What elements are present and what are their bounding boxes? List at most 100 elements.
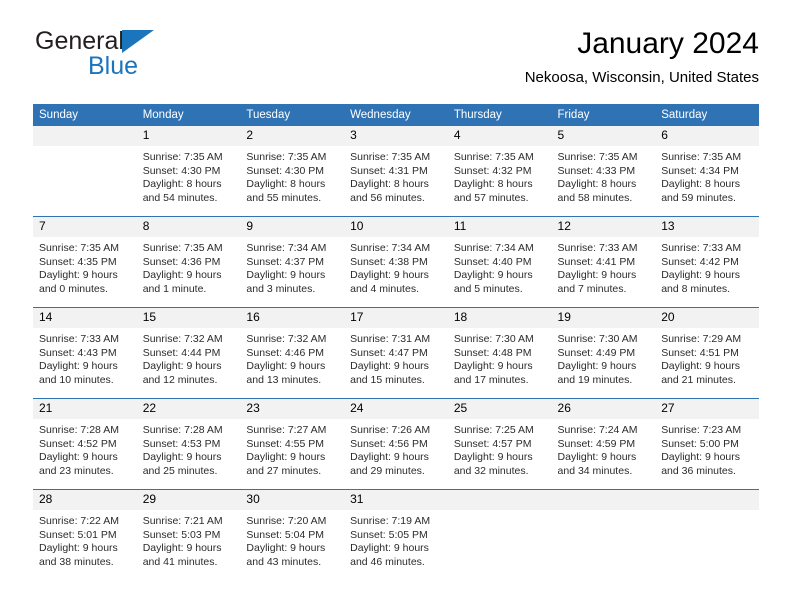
weekday-header-thursday: Thursday (447, 104, 552, 126)
calendar-day-cell[interactable]: 19 Sunrise: 7:30 AM Sunset: 4:49 PM Dayligh… (551, 307, 656, 399)
day-details: Sunrise: 7:35 AM Sunset: 4:30 PM Daylight:… (240, 146, 344, 205)
calendar-day-cell[interactable]: 24 Sunrise: 7:26 AM Sunset: 4:56 PM Dayligh… (344, 398, 448, 490)
weekday-header-tuesday: Tuesday (240, 104, 345, 126)
sunset-text: Sunset: 4:30 PM (246, 164, 325, 177)
day-details: Sunrise: 7:22 AM Sunset: 5:01 PM Daylight:… (33, 510, 137, 569)
calendar-day-cell[interactable]: 23 Sunrise: 7:27 AM Sunset: 4:55 PM Dayligh… (240, 398, 345, 490)
daylight-text-line1: Daylight: 9 hours (246, 360, 326, 372)
day-number: 16 (240, 308, 345, 328)
sunrise-text: Sunrise: 7:34 AM (350, 242, 431, 254)
calendar-day-cell[interactable]: 22 Sunrise: 7:28 AM Sunset: 4:53 PM Dayligh… (136, 398, 241, 490)
sunset-text: Sunset: 4:51 PM (661, 346, 739, 359)
day-number: 31 (344, 490, 448, 510)
sunrise-text: Sunrise: 7:31 AM (350, 333, 431, 345)
calendar-week-row: 21 Sunrise: 7:28 AM Sunset: 4:52 PM Dayligh… (33, 398, 759, 490)
calendar-day-cell[interactable]: 31 Sunrise: 7:19 AM Sunset: 5:05 PM Dayligh… (344, 489, 448, 580)
calendar-day-cell[interactable]: 12 Sunrise: 7:33 AM Sunset: 4:41 PM Dayligh… (551, 216, 656, 308)
daylight-text-line1: Daylight: 8 hours (661, 178, 741, 190)
calendar-day-cell[interactable]: 17 Sunrise: 7:31 AM Sunset: 4:47 PM Dayligh… (344, 307, 448, 399)
calendar-day-cell[interactable]: 4 Sunrise: 7:35 AM Sunset: 4:32 PM Daylight… (447, 126, 552, 217)
daylight-text-line1: Daylight: 8 hours (557, 178, 637, 190)
sunset-text: Sunset: 4:32 PM (453, 164, 532, 177)
sunset-text: Sunset: 4:41 PM (557, 255, 636, 268)
sunset-text: Sunset: 4:47 PM (350, 346, 428, 359)
weekday-header-wednesday: Wednesday (344, 104, 448, 126)
calendar-day-cell[interactable]: 26 Sunrise: 7:24 AM Sunset: 4:59 PM Dayligh… (551, 398, 656, 490)
day-number: 7 (33, 217, 137, 237)
day-number: 20 (655, 308, 759, 328)
calendar-day-cell[interactable]: 13 Sunrise: 7:33 AM Sunset: 4:42 PM Dayligh… (655, 216, 759, 308)
sunrise-text: Sunrise: 7:20 AM (246, 515, 327, 527)
sunrise-text: Sunrise: 7:35 AM (142, 242, 223, 254)
calendar-table: Sunday Monday Tuesday Wednesday Thursday… (33, 104, 759, 580)
sunrise-text: Sunrise: 7:34 AM (453, 242, 534, 254)
sunrise-text: Sunrise: 7:28 AM (142, 424, 223, 436)
daylight-text-line1: Daylight: 9 hours (350, 451, 429, 463)
day-number: 2 (240, 126, 345, 146)
calendar-week-row: 7 Sunrise: 7:35 AM Sunset: 4:35 PM Daylight… (33, 216, 759, 308)
weekday-header-row: Sunday Monday Tuesday Wednesday Thursday… (33, 104, 759, 126)
day-details: Sunrise: 7:25 AM Sunset: 4:57 PM Daylight:… (448, 419, 552, 478)
page-subtitle: Nekoosa, Wisconsin, United States (524, 69, 759, 86)
sunset-text: Sunset: 4:53 PM (142, 437, 221, 450)
sunrise-text: Sunrise: 7:22 AM (39, 515, 119, 527)
sunrise-text: Sunrise: 7:33 AM (557, 242, 638, 254)
calendar-day-cell[interactable]: 9 Sunrise: 7:34 AM Sunset: 4:37 PM Daylight… (240, 216, 345, 308)
calendar-day-cell[interactable]: 14 Sunrise: 7:33 AM Sunset: 4:43 PM Dayligh… (33, 307, 137, 399)
daylight-text-line2: and 1 minute. (142, 282, 207, 295)
calendar-week-row: 28 Sunrise: 7:22 AM Sunset: 5:01 PM Dayligh… (33, 489, 759, 580)
calendar-body: 1 Sunrise: 7:35 AM Sunset: 4:30 PM Daylight… (33, 126, 759, 580)
sunrise-text: Sunrise: 7:35 AM (142, 151, 223, 163)
sunset-text: Sunset: 4:35 PM (39, 255, 117, 268)
sunset-text: Sunset: 5:03 PM (142, 528, 221, 541)
calendar-day-cell[interactable]: 29 Sunrise: 7:21 AM Sunset: 5:03 PM Dayligh… (136, 489, 241, 580)
calendar-day-cell[interactable]: 2 Sunrise: 7:35 AM Sunset: 4:30 PM Daylight… (240, 126, 345, 217)
daylight-text-line1: Daylight: 9 hours (39, 451, 118, 463)
calendar-day-cell[interactable]: 8 Sunrise: 7:35 AM Sunset: 4:36 PM Daylight… (136, 216, 241, 308)
day-details: Sunrise: 7:33 AM Sunset: 4:42 PM Daylight:… (655, 237, 759, 296)
daylight-text-line2: and 54 minutes. (142, 191, 218, 204)
day-details: Sunrise: 7:28 AM Sunset: 4:53 PM Daylight:… (137, 419, 241, 478)
calendar-day-cell[interactable]: 15 Sunrise: 7:32 AM Sunset: 4:44 PM Dayligh… (136, 307, 241, 399)
daylight-text-line1: Daylight: 9 hours (453, 360, 533, 372)
calendar-day-cell[interactable]: 5 Sunrise: 7:35 AM Sunset: 4:33 PM Daylight… (551, 126, 656, 217)
calendar-day-cell[interactable]: 16 Sunrise: 7:32 AM Sunset: 4:46 PM Dayligh… (240, 307, 345, 399)
daylight-text-line1: Daylight: 9 hours (39, 360, 118, 372)
sunset-text: Sunset: 4:40 PM (453, 255, 532, 268)
sunrise-text: Sunrise: 7:35 AM (453, 151, 534, 163)
calendar-day-cell[interactable]: 27 Sunrise: 7:23 AM Sunset: 5:00 PM Dayligh… (655, 398, 759, 490)
calendar-day-cell[interactable]: 30 Sunrise: 7:20 AM Sunset: 5:04 PM Dayligh… (240, 489, 345, 580)
daylight-text-line2: and 5 minutes. (453, 282, 523, 295)
daylight-text-line1: Daylight: 9 hours (350, 269, 429, 281)
calendar-day-cell[interactable]: 7 Sunrise: 7:35 AM Sunset: 4:35 PM Daylight… (33, 216, 137, 308)
sunset-text: Sunset: 4:49 PM (557, 346, 636, 359)
day-details: Sunrise: 7:32 AM Sunset: 4:46 PM Daylight:… (240, 328, 344, 387)
sunset-text: Sunset: 4:38 PM (350, 255, 428, 268)
calendar-day-cell[interactable]: 10 Sunrise: 7:34 AM Sunset: 4:38 PM Dayligh… (344, 216, 448, 308)
day-details: Sunrise: 7:35 AM Sunset: 4:36 PM Daylight:… (137, 237, 241, 296)
daylight-text-line2: and 46 minutes. (350, 555, 425, 568)
calendar-day-cell[interactable]: 11 Sunrise: 7:34 AM Sunset: 4:40 PM Dayligh… (447, 216, 552, 308)
day-details: Sunrise: 7:34 AM Sunset: 4:37 PM Daylight:… (240, 237, 344, 296)
daylight-text-line1: Daylight: 9 hours (661, 360, 741, 372)
calendar-day-cell[interactable]: 1 Sunrise: 7:35 AM Sunset: 4:30 PM Daylight… (136, 126, 241, 217)
daylight-text-line2: and 15 minutes. (350, 373, 425, 386)
daylight-text-line1: Daylight: 9 hours (246, 542, 326, 554)
calendar-day-cell[interactable]: 6 Sunrise: 7:35 AM Sunset: 4:34 PM Daylight… (655, 126, 759, 217)
day-details: Sunrise: 7:35 AM Sunset: 4:30 PM Daylight:… (137, 146, 241, 205)
calendar-day-cell[interactable]: 25 Sunrise: 7:25 AM Sunset: 4:57 PM Dayligh… (447, 398, 552, 490)
daylight-text-line2: and 43 minutes. (246, 555, 322, 568)
day-details: Sunrise: 7:27 AM Sunset: 4:55 PM Daylight:… (240, 419, 344, 478)
calendar-day-cell[interactable]: 21 Sunrise: 7:28 AM Sunset: 4:52 PM Dayligh… (33, 398, 137, 490)
calendar-day-cell[interactable]: 28 Sunrise: 7:22 AM Sunset: 5:01 PM Dayligh… (33, 489, 137, 580)
day-number: 12 (551, 217, 656, 237)
day-number: 5 (551, 126, 656, 146)
sunrise-text: Sunrise: 7:19 AM (350, 515, 431, 527)
calendar-day-cell[interactable]: 20 Sunrise: 7:29 AM Sunset: 4:51 PM Dayligh… (655, 307, 759, 399)
calendar-day-cell[interactable]: 18 Sunrise: 7:30 AM Sunset: 4:48 PM Dayligh… (447, 307, 552, 399)
day-number: 24 (344, 399, 448, 419)
sunrise-text: Sunrise: 7:30 AM (453, 333, 534, 345)
calendar-day-cell[interactable]: 3 Sunrise: 7:35 AM Sunset: 4:31 PM Daylight… (344, 126, 448, 217)
day-details: Sunrise: 7:19 AM Sunset: 5:05 PM Daylight:… (344, 510, 448, 569)
sunrise-text: Sunrise: 7:26 AM (350, 424, 431, 436)
